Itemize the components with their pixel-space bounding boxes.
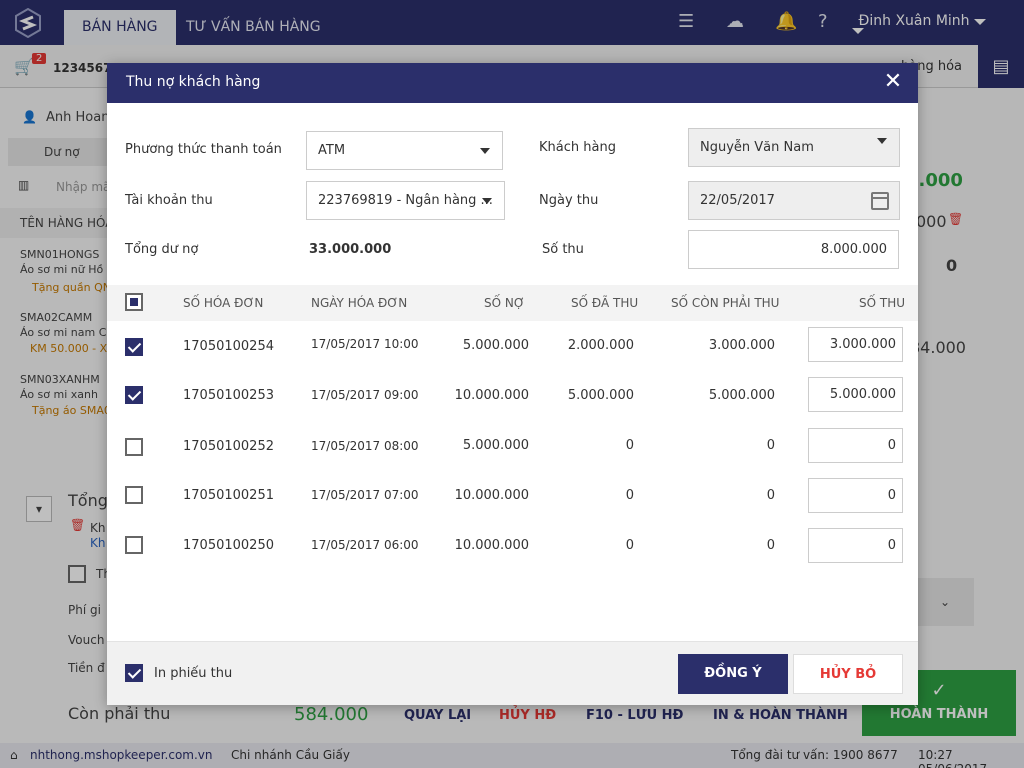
total-debt-value: 33.000.000 <box>309 242 392 257</box>
dialog-header: Thu nợ khách hàng ✕ <box>107 63 918 103</box>
invoice-date: 17/05/2017 07:00 <box>311 488 419 502</box>
chevron-down-icon <box>480 148 490 154</box>
paid-amount: 0 <box>625 538 634 553</box>
amount-label: Số thu <box>542 242 584 257</box>
invoice-date: 17/05/2017 08:00 <box>311 439 419 453</box>
total-debt-label: Tổng dư nợ <box>125 242 199 257</box>
print-receipt-checkbox[interactable] <box>125 664 143 682</box>
close-icon[interactable]: ✕ <box>880 69 906 95</box>
pay-input[interactable]: 0 <box>808 428 903 463</box>
invoice-number: 17050100251 <box>183 488 274 503</box>
amount-input[interactable]: 8.000.000 <box>688 230 899 269</box>
customer-select[interactable]: Nguyễn Văn Nam <box>688 128 900 167</box>
invoice-number: 17050100250 <box>183 538 274 553</box>
customer-label: Khách hàng <box>539 140 616 155</box>
account-label: Tài khoản thu <box>125 193 213 208</box>
row-checkbox[interactable] <box>125 386 143 404</box>
paid-amount: 5.000.000 <box>567 388 634 403</box>
row-checkbox[interactable] <box>125 536 143 554</box>
pay-input[interactable]: 0 <box>808 478 903 513</box>
chevron-down-icon <box>482 198 492 204</box>
remaining-amount: 0 <box>766 488 775 503</box>
debt-amount: 10.000.000 <box>454 488 529 503</box>
invoice-number: 17050100253 <box>183 388 274 403</box>
debt-amount: 5.000.000 <box>462 338 529 353</box>
payment-method-select[interactable]: ATM <box>306 131 503 170</box>
dialog-footer: In phiếu thu ĐỒNG Ý HỦY BỎ <box>107 641 918 705</box>
paid-amount: 2.000.000 <box>567 338 634 353</box>
debt-amount: 10.000.000 <box>454 388 529 403</box>
col-pay: SỐ THU <box>859 296 906 310</box>
print-receipt-label: In phiếu thu <box>154 666 233 681</box>
account-select[interactable]: 223769819 - Ngân hàng ... <box>306 181 505 220</box>
paid-amount: 0 <box>625 488 634 503</box>
payment-method-label: Phương thức thanh toán <box>125 142 282 157</box>
payment-method-value: ATM <box>318 143 346 158</box>
calendar-icon[interactable] <box>871 192 889 210</box>
invoice-table-header: SỐ HÓA ĐƠN NGÀY HÓA ĐƠN SỐ NỢ SỐ ĐÃ THU … <box>107 285 918 321</box>
chevron-down-icon <box>877 138 887 144</box>
pay-input[interactable]: 5.000.000 <box>808 377 903 412</box>
row-checkbox[interactable] <box>125 438 143 456</box>
col-remaining: SỐ CÒN PHẢI THU <box>671 296 780 310</box>
remaining-amount: 0 <box>766 538 775 553</box>
invoice-date: 17/05/2017 10:00 <box>311 337 419 351</box>
dialog-title: Thu nợ khách hàng <box>126 74 261 90</box>
row-checkbox[interactable] <box>125 338 143 356</box>
col-invoice-number: SỐ HÓA ĐƠN <box>183 296 264 310</box>
customer-value: Nguyễn Văn Nam <box>700 140 814 155</box>
col-invoice-date: NGÀY HÓA ĐƠN <box>311 296 408 310</box>
select-all-checkbox[interactable] <box>125 293 143 311</box>
pay-input[interactable]: 0 <box>808 528 903 563</box>
pay-input[interactable]: 3.000.000 <box>808 327 903 362</box>
invoice-number: 17050100254 <box>183 339 274 354</box>
account-value: 223769819 - Ngân hàng ... <box>318 193 493 208</box>
col-paid: SỐ ĐÃ THU <box>571 296 639 310</box>
date-input[interactable]: 22/05/2017 <box>688 181 900 220</box>
invoice-date: 17/05/2017 06:00 <box>311 538 419 552</box>
remaining-amount: 5.000.000 <box>708 388 775 403</box>
remaining-amount: 0 <box>766 438 775 453</box>
date-value: 22/05/2017 <box>700 193 775 208</box>
debt-amount: 10.000.000 <box>454 538 529 553</box>
date-label: Ngày thu <box>539 193 599 208</box>
cancel-button[interactable]: HỦY BỎ <box>793 654 903 694</box>
row-checkbox[interactable] <box>125 486 143 504</box>
invoice-date: 17/05/2017 09:00 <box>311 388 419 402</box>
debt-collection-dialog: Thu nợ khách hàng ✕ Phương thức thanh to… <box>107 63 918 705</box>
col-debt: SỐ NỢ <box>484 296 525 310</box>
paid-amount: 0 <box>625 438 634 453</box>
remaining-amount: 3.000.000 <box>708 338 775 353</box>
invoice-number: 17050100252 <box>183 439 274 454</box>
debt-amount: 5.000.000 <box>462 438 529 453</box>
confirm-button[interactable]: ĐỒNG Ý <box>678 654 788 694</box>
